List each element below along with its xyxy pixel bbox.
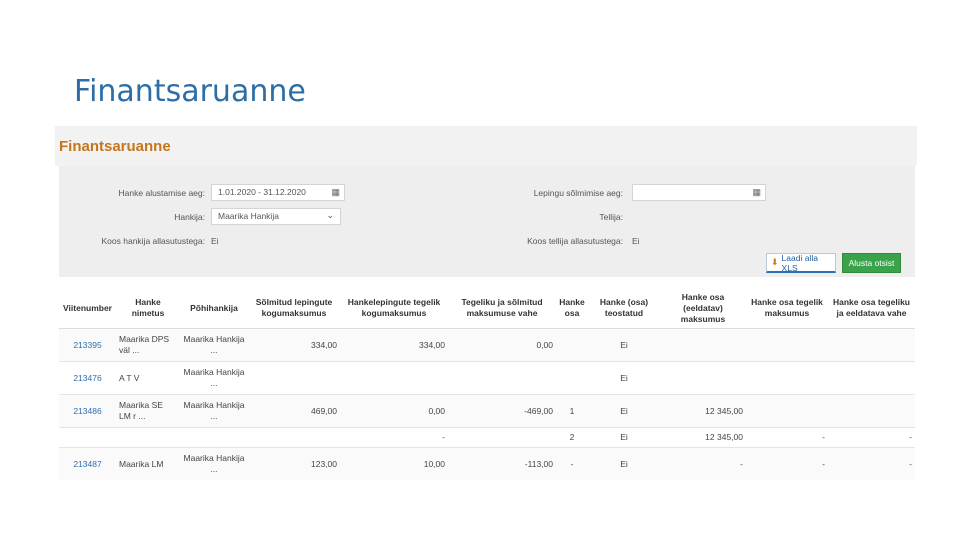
cell-done: Ei <box>588 361 660 395</box>
cell-main-buyer: Maarika Hankija ... <box>180 394 248 428</box>
column-header[interactable]: Hankelepingute tegelik kogumaksumus <box>340 288 448 329</box>
cell-part-actual: - <box>746 447 828 480</box>
download-xls-button[interactable]: ⬇ Laadi alla XLS <box>766 253 836 273</box>
cell-part-actual <box>746 361 828 395</box>
cell-diff: 0,00 <box>448 328 556 362</box>
cell-part-diff <box>828 328 915 362</box>
cell-part-actual <box>746 328 828 362</box>
cell-part-actual <box>746 394 828 428</box>
buyer-label: Hankija: <box>174 212 205 222</box>
table-row: 213487 Maarika LM Maarika Hankija ... 12… <box>59 447 915 480</box>
cell-signed <box>248 361 340 395</box>
column-header[interactable]: Hanke nimetus <box>116 288 180 329</box>
cell-part <box>556 361 588 395</box>
column-header[interactable]: Hanke osa tegeliku ja eeldatava vahe <box>828 288 915 329</box>
cell-actual: 10,00 <box>340 447 448 480</box>
report-table: Viitenumber Hanke nimetus Põhihankija Sõ… <box>59 288 915 480</box>
cell-expected: 12 345,00 <box>660 427 746 448</box>
cell-name <box>116 427 180 448</box>
column-header[interactable]: Hanke osa (eeldatav) maksumus <box>660 288 746 329</box>
cell-signed: 123,00 <box>248 447 340 480</box>
table-row: 213395 Maarika DPS väl ... Maarika Hanki… <box>59 328 915 362</box>
column-header[interactable]: Hanke osa <box>556 288 588 329</box>
cell-signed <box>248 427 340 448</box>
cell-part <box>556 328 588 362</box>
start-date-input[interactable]: 1.01.2020 - 31.12.2020 ▦ <box>211 184 345 201</box>
cell-part-diff: - <box>828 427 915 448</box>
slide-title: Finantsaruanne <box>74 74 306 109</box>
buyer-select[interactable]: Maarika Hankija ⌄ <box>211 208 341 225</box>
report-title: Finantsaruanne <box>59 138 171 155</box>
search-button[interactable]: Alusta otsist <box>842 253 901 273</box>
cell-expected: 12 345,00 <box>660 394 746 428</box>
start-date-label: Hanke alustamise aeg: <box>118 188 205 198</box>
calendar-icon[interactable]: ▦ <box>752 187 761 198</box>
cell-diff: -113,00 <box>448 447 556 480</box>
cell-main-buyer <box>180 427 248 448</box>
column-header[interactable]: Põhihankija <box>180 288 248 329</box>
reference-link[interactable]: 213486 <box>59 394 116 428</box>
cell-done: Ei <box>588 328 660 362</box>
reference-link[interactable]: 213487 <box>59 447 116 480</box>
download-icon: ⬇ <box>771 257 779 267</box>
cell-part: 2 <box>556 427 588 448</box>
download-xls-label: Laadi alla XLS <box>781 252 818 273</box>
start-date-value: 1.01.2020 - 31.12.2020 <box>218 187 306 197</box>
calendar-icon[interactable]: ▦ <box>331 187 340 198</box>
cell-main-buyer: Maarika Hankija ... <box>180 447 248 480</box>
cell-signed: 469,00 <box>248 394 340 428</box>
cell-diff <box>448 361 556 395</box>
buyer-value: Maarika Hankija <box>218 211 279 221</box>
cell-part-actual: - <box>746 427 828 448</box>
column-header[interactable]: Tegeliku ja sõlmitud maksumuse vahe <box>448 288 556 329</box>
report-header: Finantsaruanne <box>55 126 917 166</box>
report-panel: Finantsaruanne Hanke alustamise aeg: 1.0… <box>55 126 917 480</box>
contract-date-label: Lepingu sõlmimise aeg: <box>533 188 623 198</box>
cell-actual: - <box>340 427 448 448</box>
reference-link[interactable]: 213395 <box>59 328 116 362</box>
joint-supplier-value[interactable]: Ei <box>632 236 640 246</box>
table-row: 213476 A T V Maarika Hankija ... Ei <box>59 361 915 395</box>
cell-diff <box>448 427 556 448</box>
cell-done: Ei <box>588 427 660 448</box>
cell-name: Maarika DPS väl ... <box>116 328 180 362</box>
cell-name: Maarika LM <box>116 447 180 480</box>
cell-name: Maarika SE LM r ... <box>116 394 180 428</box>
joint-buyer-label: Koos hankija allasutustega: <box>101 236 206 246</box>
column-header[interactable]: Hanke osa tegelik maksumus <box>746 288 828 329</box>
column-header[interactable]: Hanke (osa) teostatud <box>588 288 660 329</box>
reference-link[interactable] <box>59 427 116 448</box>
cell-signed: 334,00 <box>248 328 340 362</box>
cell-actual: 0,00 <box>340 394 448 428</box>
supplier-label: Tellija: <box>599 212 623 222</box>
cell-main-buyer: Maarika Hankija ... <box>180 328 248 362</box>
cell-expected: - <box>660 447 746 480</box>
cell-actual: 334,00 <box>340 328 448 362</box>
table-row: - 2 Ei 12 345,00 - - <box>59 427 915 448</box>
reference-link[interactable]: 213476 <box>59 361 116 395</box>
cell-diff: -469,00 <box>448 394 556 428</box>
table-header-row: Viitenumber Hanke nimetus Põhihankija Sõ… <box>59 288 915 329</box>
cell-part: 1 <box>556 394 588 428</box>
cell-done: Ei <box>588 447 660 480</box>
cell-main-buyer: Maarika Hankija ... <box>180 361 248 395</box>
cell-expected <box>660 361 746 395</box>
joint-supplier-label: Koos tellija allasutustega: <box>527 236 623 246</box>
cell-done: Ei <box>588 394 660 428</box>
cell-part-diff <box>828 361 915 395</box>
cell-name: A T V <box>116 361 180 395</box>
cell-expected <box>660 328 746 362</box>
table-row: 213486 Maarika SE LM r ... Maarika Hanki… <box>59 394 915 428</box>
column-header[interactable]: Sõlmitud lepingute kogumaksumus <box>248 288 340 329</box>
cell-part-diff <box>828 394 915 428</box>
cell-part-diff: - <box>828 447 915 480</box>
cell-actual <box>340 361 448 395</box>
chevron-down-icon: ⌄ <box>326 210 334 220</box>
contract-date-input[interactable]: ▦ <box>632 184 766 201</box>
column-header[interactable]: Viitenumber <box>59 288 116 329</box>
cell-part: - <box>556 447 588 480</box>
joint-buyer-value[interactable]: Ei <box>211 236 219 246</box>
